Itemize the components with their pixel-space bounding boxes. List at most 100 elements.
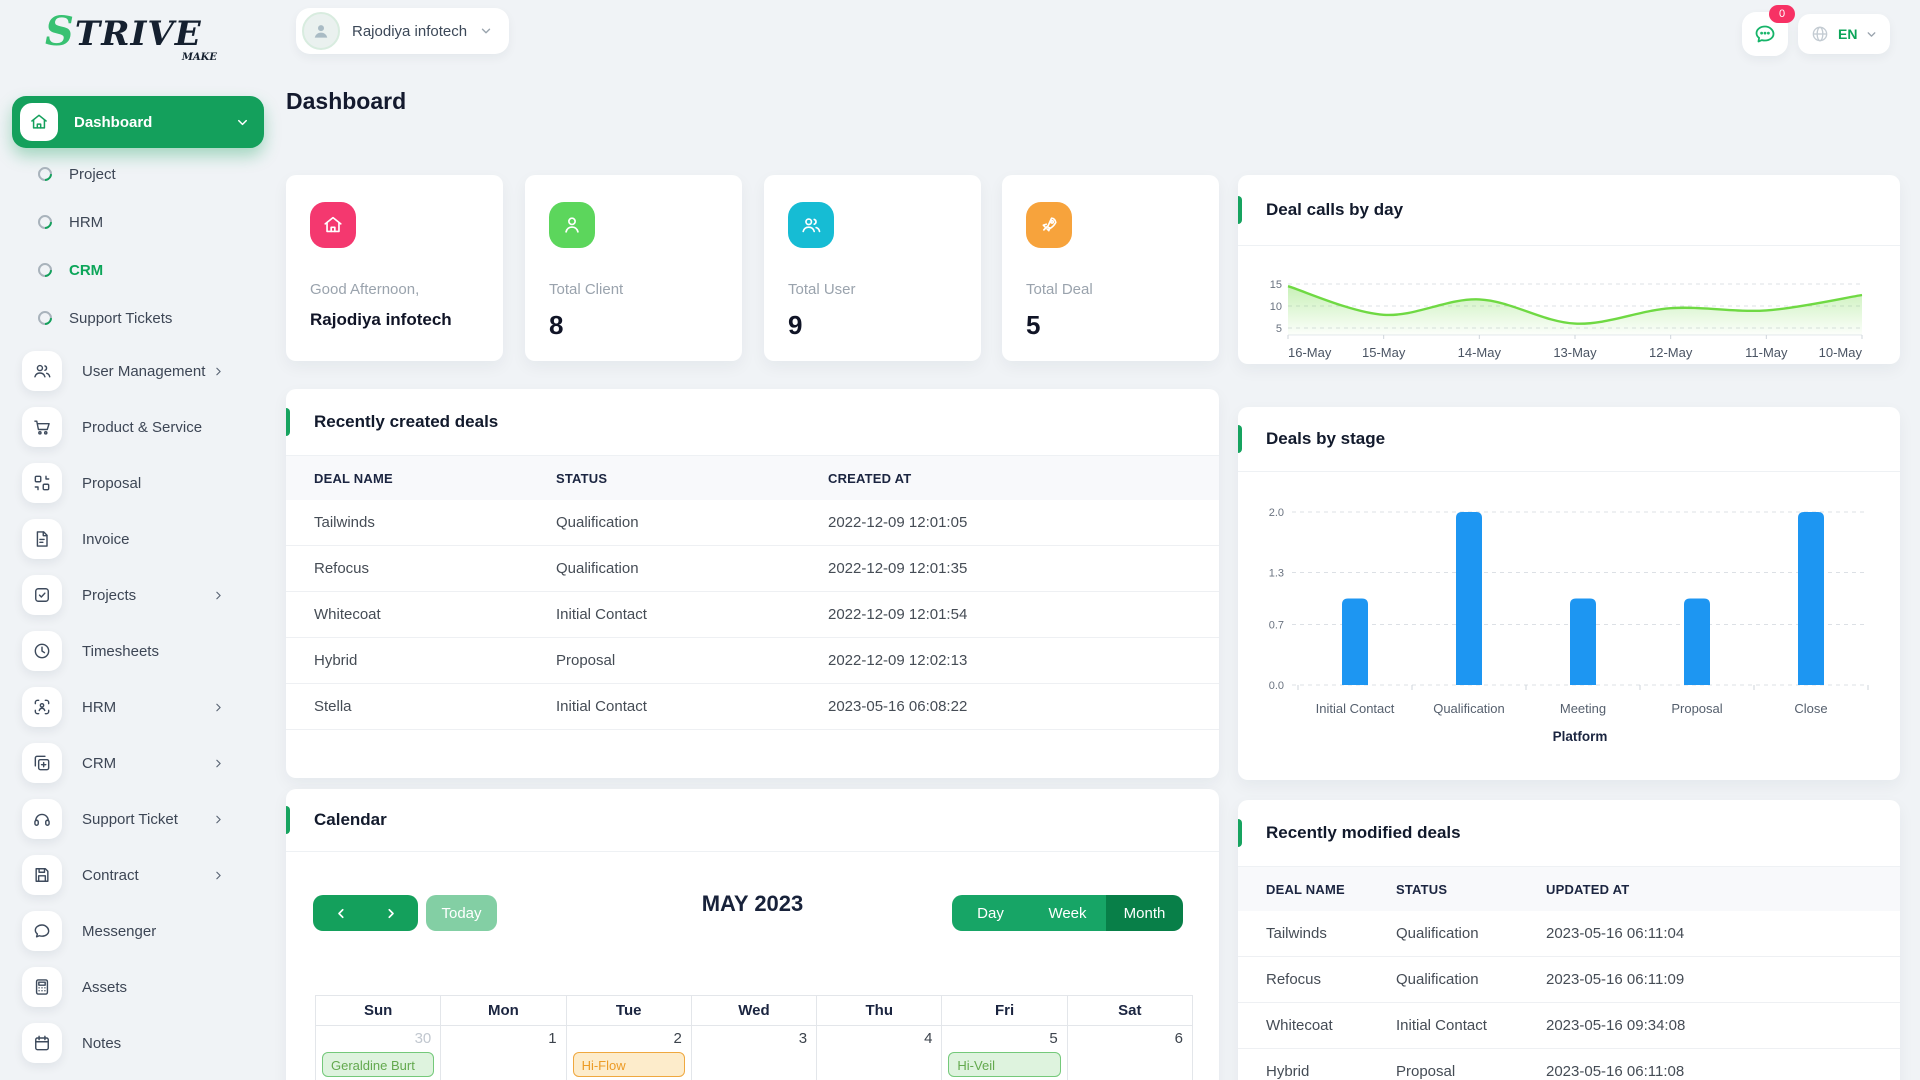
stat-label: Total Deal	[1026, 281, 1093, 298]
chevron-down-icon	[1868, 31, 1876, 37]
table-row: Stella Initial Contact 2023-05-16 06:08:22	[286, 683, 1219, 730]
language-code: EN	[1838, 26, 1858, 42]
calendar-view-month[interactable]: Month	[1106, 895, 1183, 931]
sidebar-item-messenger[interactable]: Messenger	[0, 903, 255, 959]
messages-button[interactable]: 0	[1742, 5, 1795, 56]
home-icon	[310, 202, 356, 248]
calendar-day-cell[interactable]: 1	[440, 1025, 567, 1080]
calendar-view-switch: Day Week Month	[952, 895, 1183, 931]
calendar-event[interactable]: Hi-Veil	[948, 1052, 1061, 1077]
headset-icon	[22, 799, 62, 839]
calendar-event[interactable]: Hi-Flow	[572, 1052, 685, 1077]
home-icon	[20, 103, 58, 141]
day-header-fri: Fri	[941, 995, 1068, 1026]
section-title: Recently modified deals	[1266, 823, 1461, 842]
table-cell: Proposal	[1396, 1048, 1546, 1080]
sidebar-item-label: CRM	[82, 754, 117, 772]
cart-icon	[22, 407, 62, 447]
deal-calls-card: Deal calls by day 15 10 5 16-May 15-May 14-Ma…	[1238, 175, 1900, 364]
scan-user-icon	[22, 687, 62, 727]
sidebar-item-crm[interactable]: CRM	[0, 246, 255, 294]
sidebar-item-crm[interactable]: CRM	[0, 735, 255, 791]
calendar-view-day[interactable]: Day	[952, 895, 1029, 931]
column-header: CREATED AT	[828, 456, 1219, 500]
table-cell: Qualification	[1396, 956, 1546, 1003]
sidebar-item-timesheets[interactable]: Timesheets	[0, 623, 255, 679]
bullet-icon	[35, 212, 55, 232]
stat-value: 9	[788, 310, 803, 340]
calendar-day-cell[interactable]: 5 Hi-Veil	[941, 1025, 1068, 1080]
rocket-icon	[1026, 202, 1072, 248]
brand-logo[interactable]: STRIVE MAKE	[45, 12, 235, 63]
day-header-sun: Sun	[314, 995, 442, 1026]
svg-text:2.0: 2.0	[1269, 507, 1284, 519]
company-selector[interactable]: Rajodiya infotech	[296, 8, 510, 54]
table-cell: Stella	[286, 683, 556, 730]
sidebar-item-label: CRM	[69, 261, 104, 279]
calendar-day-cell[interactable]: 6	[1066, 1025, 1194, 1080]
table-cell: 2022-12-09 12:01:54	[828, 591, 1219, 638]
chevron-right-icon	[216, 871, 221, 879]
calendar-date: 6	[1174, 1030, 1183, 1047]
calendar-date: 5	[1049, 1030, 1058, 1047]
sidebar-item-contract[interactable]: Contract	[0, 847, 255, 903]
sidebar-item-label: User Management	[82, 362, 206, 380]
svg-text:16-May: 16-May	[1288, 345, 1332, 360]
users-icon	[788, 202, 834, 248]
deals-by-stage-card: Deals by stage 0.0 0.7 1.3 2.0 Initial Conta…	[1238, 407, 1900, 780]
sidebar-item-dashboard[interactable]: Dashboard	[12, 96, 264, 148]
recently-modified-card: Recently modified deals DEAL NAME STATUS U…	[1238, 800, 1900, 1080]
svg-text:Qualification: Qualification	[1433, 701, 1505, 716]
sidebar-item-support-ticket[interactable]: Support Ticket	[0, 791, 255, 847]
table-cell: Tailwinds	[1238, 911, 1396, 957]
table-cell: 2023-05-16 09:34:08	[1546, 1002, 1900, 1049]
sidebar-item-notes[interactable]: Notes	[0, 1015, 255, 1071]
calendar-date: 4	[924, 1030, 933, 1047]
calendar-event[interactable]: Geraldine Burt	[322, 1052, 435, 1077]
messages-badge: 0	[1769, 5, 1795, 23]
sidebar-item-support-tickets[interactable]: Support Tickets	[0, 294, 255, 342]
day-header-wed: Wed	[690, 995, 818, 1026]
sidebar-item-user-management[interactable]: User Management	[0, 343, 255, 399]
table-row: Hybrid Proposal 2023-05-16 06:11:08	[1238, 1048, 1900, 1080]
stat-label: Total Client	[549, 281, 624, 298]
calculator-icon	[22, 967, 62, 1007]
sidebar-item-project[interactable]: Project	[0, 150, 255, 198]
sidebar-item-assets[interactable]: Assets	[0, 959, 255, 1015]
sidebar-item-projects[interactable]: Projects	[0, 567, 255, 623]
svg-text:14-May: 14-May	[1458, 345, 1502, 360]
section-title: Calendar	[314, 810, 387, 829]
section-title: Recently created deals	[314, 412, 499, 431]
svg-text:5: 5	[1276, 323, 1282, 335]
calendar-day-cell[interactable]: 30 Geraldine Burt	[314, 1025, 442, 1080]
calendar-day-cell[interactable]: 4	[816, 1025, 943, 1080]
svg-text:13-May: 13-May	[1553, 345, 1597, 360]
sidebar-item-hrm[interactable]: HRM	[0, 679, 255, 735]
stat-card-greeting: Good Afternoon, Rajodiya infotech	[286, 175, 503, 361]
sidebar-sub-list: Project HRM CRM Support Tickets	[0, 150, 255, 342]
user-icon	[549, 202, 595, 248]
table-cell: Whitecoat	[1238, 1002, 1396, 1049]
sidebar-item-proposal[interactable]: Proposal	[0, 455, 255, 511]
table-cell: Initial Contact	[1396, 1002, 1546, 1049]
stat-label: Total User	[788, 281, 856, 298]
sidebar-item-label: Product & Service	[82, 418, 203, 436]
brand-logo-text: TRIVE	[74, 14, 202, 54]
sidebar-item-label: Timesheets	[82, 642, 159, 660]
sidebar-item-product-service[interactable]: Product & Service	[0, 399, 255, 455]
calendar-day-cell[interactable]: 3	[690, 1025, 818, 1080]
chat-bubble-icon	[1755, 25, 1775, 43]
sidebar-item-hrm[interactable]: HRM	[0, 198, 255, 246]
chevron-right-icon	[216, 815, 221, 823]
stat-card-total-client: Total Client 8	[525, 175, 742, 361]
day-header-thu: Thu	[816, 995, 943, 1026]
table-cell: Tailwinds	[286, 500, 556, 546]
language-selector[interactable]: EN	[1798, 14, 1891, 54]
table-cell: Initial Contact	[556, 591, 828, 638]
sidebar-item-invoice[interactable]: Invoice	[0, 511, 255, 567]
calendar-day-cell[interactable]: 2 Hi-Flow	[565, 1025, 692, 1080]
table-cell: Qualification	[1396, 911, 1546, 957]
users-icon	[22, 351, 62, 391]
table-cell: Qualification	[556, 500, 828, 546]
calendar-view-week[interactable]: Week	[1029, 895, 1106, 931]
